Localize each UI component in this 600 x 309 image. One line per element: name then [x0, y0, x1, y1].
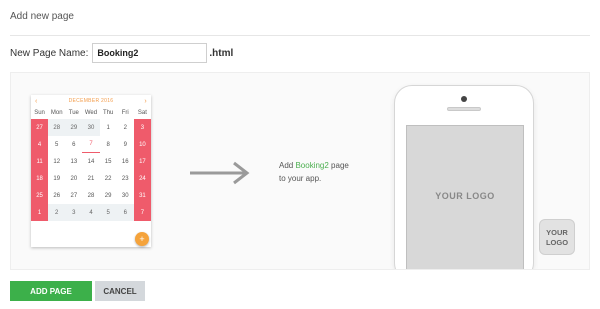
calendar-grid: 27 28 29 30 1 2 3 4 5 6 7 8 9 10 11 12 13 14 15 16 17 18 19 20 2…: [31, 119, 151, 221]
calendar-day: 29: [65, 119, 83, 136]
page-name-input[interactable]: [92, 43, 208, 63]
calendar-day: 19: [53, 175, 61, 182]
calendar-day: 25: [31, 187, 49, 204]
calendar-day: 17: [133, 153, 151, 170]
page-name-label: New Page Name:: [10, 47, 89, 59]
chevron-left-icon: ‹: [35, 97, 38, 105]
calendar-day: 6: [116, 204, 134, 221]
calendar-day: 28: [48, 119, 66, 136]
calendar-day: 14: [87, 158, 95, 165]
calendar-day: 3: [65, 204, 83, 221]
calendar-day: 12: [53, 158, 61, 165]
calendar-day: 4: [31, 136, 49, 153]
calendar-day: 6: [72, 141, 76, 148]
badge-line-2: LOGO: [545, 238, 569, 247]
add-event-fab: +: [135, 232, 149, 246]
calendar-day: 10: [133, 136, 151, 153]
calendar-day: 4: [82, 204, 100, 221]
add-page-button[interactable]: ADD PAGE: [10, 281, 92, 301]
description-suffix: page: [328, 161, 349, 170]
calendar-day: 5: [55, 141, 59, 148]
calendar-day: 9: [123, 141, 127, 148]
description-prefix: Add: [279, 161, 296, 170]
calendar-day: 15: [104, 158, 112, 165]
speaker-grill: [447, 107, 481, 111]
calendar-day: 2: [123, 124, 127, 131]
calendar-day: 18: [31, 170, 49, 187]
weekday-label: Thu: [102, 110, 114, 116]
arrow-right-icon: [190, 161, 250, 185]
app-icon-placeholder: YOUR LOGO: [539, 219, 575, 255]
calendar-day: 29: [104, 192, 112, 199]
calendar-day: 7: [133, 204, 151, 221]
weekday-label: Fri: [121, 110, 129, 116]
calendar-day: 5: [99, 204, 117, 221]
calendar-day: 7: [82, 136, 100, 153]
camera-icon: [461, 96, 467, 102]
weekday-label: Tue: [68, 110, 79, 116]
calendar-day: 13: [70, 158, 78, 165]
calendar-day: 30: [82, 119, 100, 136]
calendar-day: 24: [133, 170, 151, 187]
phone-screen: YOUR LOGO: [406, 125, 524, 269]
badge-line-1: YOUR: [546, 228, 568, 237]
calendar-day: 22: [104, 175, 112, 182]
page-name-row: New Page Name: .html: [10, 42, 233, 64]
calendar-day: 27: [31, 119, 49, 136]
chevron-right-icon: ›: [144, 97, 147, 105]
calendar-month: DECEMBER 2016: [68, 98, 114, 104]
calendar-header: ‹ DECEMBER 2016 ›: [31, 95, 151, 107]
weekday-label: Wed: [84, 110, 98, 116]
calendar-day: 31: [133, 187, 151, 204]
calendar-day: 1: [31, 204, 49, 221]
calendar-day: 21: [87, 175, 95, 182]
page-title: Add new page: [10, 11, 74, 22]
calendar-day: 8: [106, 141, 110, 148]
calendar-thumbnail: ‹ DECEMBER 2016 › Sun Mon Tue Wed Thu Fri Sat …: [31, 95, 151, 247]
calendar-day: 23: [121, 175, 129, 182]
description-line-1: Add Booking2 page: [279, 159, 349, 172]
add-page-description: Add Booking2 page to your app.: [279, 159, 349, 185]
calendar-day: 2: [48, 204, 66, 221]
calendar-day: 27: [70, 192, 78, 199]
description-line-2: to your app.: [279, 174, 322, 183]
weekday-label: Sat: [137, 110, 147, 116]
calendar-day: 28: [87, 192, 95, 199]
cancel-button[interactable]: CANCEL: [95, 281, 145, 301]
calendar-day: 30: [121, 192, 129, 199]
weekday-label: Mon: [50, 110, 63, 116]
calendar-day: 11: [31, 153, 49, 170]
calendar-weekdays: Sun Mon Tue Wed Thu Fri Sat: [31, 107, 151, 119]
highlighted-page-name: Booking2: [295, 161, 329, 170]
calendar-day: 1: [106, 124, 110, 131]
extension-label: .html: [209, 47, 234, 59]
header-divider: [10, 35, 590, 36]
calendar-day: 16: [121, 158, 129, 165]
calendar-day: 26: [53, 192, 61, 199]
preview-area: ‹ DECEMBER 2016 › Sun Mon Tue Wed Thu Fri Sat …: [10, 72, 590, 270]
phone-mockup: YOUR LOGO: [394, 85, 534, 269]
screen-logo-placeholder: YOUR LOGO: [435, 191, 495, 201]
calendar-day: 20: [70, 175, 78, 182]
calendar-day: 3: [133, 119, 151, 136]
weekday-label: Sun: [34, 110, 45, 116]
